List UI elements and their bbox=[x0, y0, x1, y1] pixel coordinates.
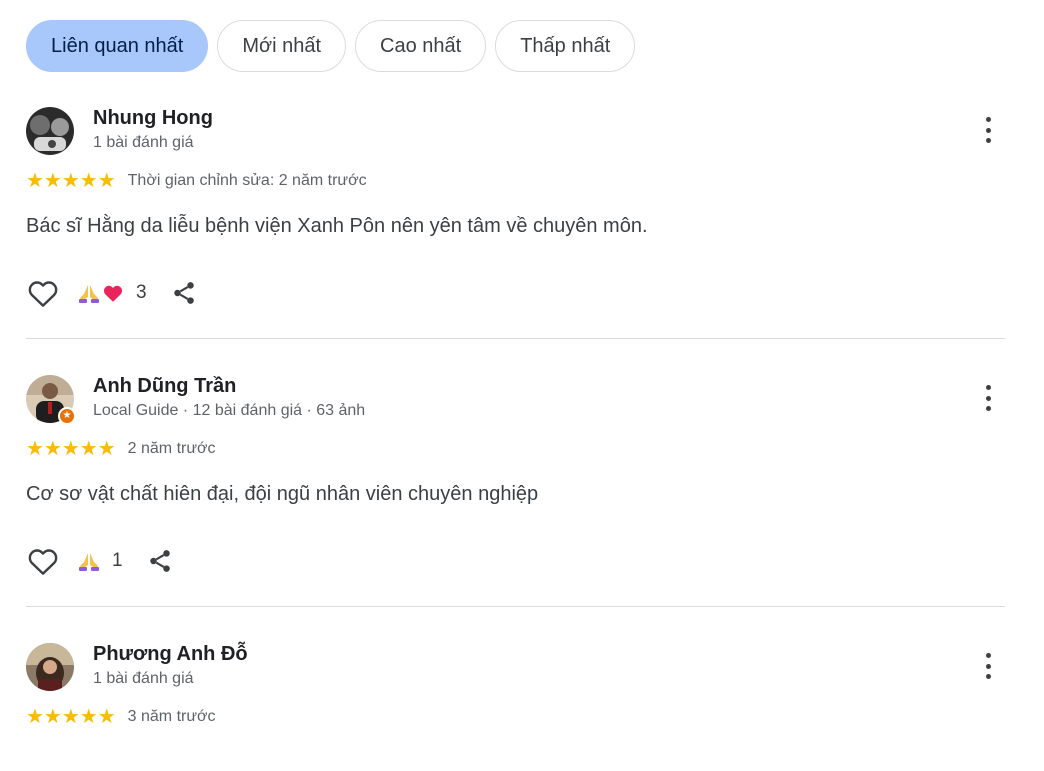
star-rating: ★★★★★ bbox=[26, 438, 116, 460]
review-actions: 3 bbox=[26, 275, 199, 311]
reviewer-avatar[interactable] bbox=[26, 643, 74, 691]
reaction-summary[interactable]: 3 bbox=[78, 282, 147, 304]
tab-newest[interactable]: Mới nhất bbox=[217, 20, 347, 72]
heart-outline-icon bbox=[28, 281, 58, 307]
pray-emoji-icon bbox=[79, 285, 99, 303]
reviewer-name[interactable]: Nhung Hong bbox=[93, 107, 213, 130]
reaction-summary[interactable]: 1 bbox=[78, 550, 123, 572]
more-options-icon[interactable] bbox=[976, 651, 1000, 681]
share-icon bbox=[173, 282, 194, 304]
pray-emoji-icon bbox=[79, 553, 99, 571]
reviewer-meta: 1 bài đánh giá bbox=[93, 670, 194, 687]
star-rating: ★★★★★ bbox=[26, 170, 116, 192]
rating-row: ★★★★★ 2 năm trước bbox=[26, 439, 216, 459]
reviewer-meta: Local Guide · 12 bài đánh giá · 63 ảnh bbox=[93, 402, 366, 419]
reaction-count: 3 bbox=[136, 282, 147, 303]
tab-lowest[interactable]: Thấp nhất bbox=[495, 20, 636, 72]
reviewer-avatar[interactable] bbox=[26, 107, 74, 155]
tab-most-relevant[interactable]: Liên quan nhất bbox=[26, 20, 209, 72]
share-button[interactable] bbox=[169, 278, 199, 308]
review-divider bbox=[26, 338, 1005, 339]
review-item: ★ Anh Dũng Trần Local Guide · 12 bài đán… bbox=[26, 375, 1006, 575]
star-rating: ★★★★★ bbox=[26, 706, 116, 728]
heart-outline-icon bbox=[28, 549, 58, 575]
review-text: Bác sĩ Hằng da liễu bệnh viện Xanh Pôn n… bbox=[26, 215, 648, 237]
share-icon bbox=[149, 550, 170, 572]
reviewer-name[interactable]: Anh Dũng Trần bbox=[93, 375, 236, 398]
review-item: Phương Anh Đỗ 1 bài đánh giá ★★★★★ 3 năm… bbox=[26, 643, 1006, 743]
review-date: 3 năm trước bbox=[127, 708, 216, 725]
reaction-count: 1 bbox=[112, 550, 123, 571]
like-button[interactable] bbox=[26, 544, 60, 578]
more-options-icon[interactable] bbox=[976, 383, 1000, 413]
tab-highest[interactable]: Cao nhất bbox=[355, 20, 487, 72]
local-guide-badge: ★ bbox=[58, 407, 76, 425]
reviewer-meta: 1 bài đánh giá bbox=[93, 134, 194, 151]
review-actions: 1 bbox=[26, 543, 175, 579]
review-item: Nhung Hong 1 bài đánh giá ★★★★★ Thời gia… bbox=[26, 107, 1006, 307]
rating-row: ★★★★★ Thời gian chỉnh sửa: 2 năm trước bbox=[26, 171, 367, 191]
more-options-icon[interactable] bbox=[976, 115, 1000, 145]
like-button[interactable] bbox=[26, 276, 60, 310]
rating-row: ★★★★★ 3 năm trước bbox=[26, 707, 216, 727]
reviewer-name[interactable]: Phương Anh Đỗ bbox=[93, 643, 248, 666]
review-divider bbox=[26, 606, 1005, 607]
heart-emoji-icon bbox=[103, 285, 123, 302]
review-date: Thời gian chỉnh sửa: 2 năm trước bbox=[127, 172, 367, 189]
reviewer-avatar[interactable]: ★ bbox=[26, 375, 76, 425]
share-button[interactable] bbox=[145, 546, 175, 576]
review-date: 2 năm trước bbox=[127, 440, 216, 457]
sort-tabs: Liên quan nhất Mới nhất Cao nhất Thấp nh… bbox=[26, 20, 636, 72]
review-text: Cơ sơ vật chất hiên đại, đội ngũ nhân vi… bbox=[26, 483, 539, 505]
